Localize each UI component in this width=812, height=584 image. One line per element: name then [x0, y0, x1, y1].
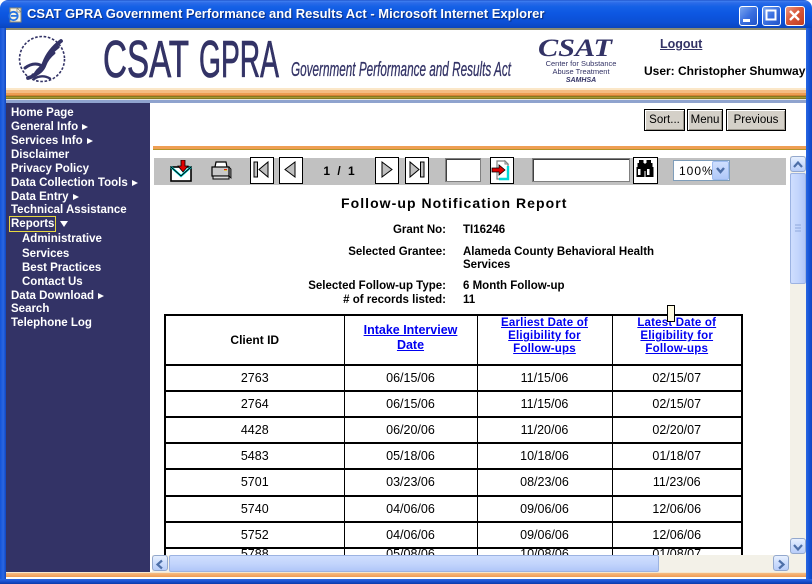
svg-text:CSAT: CSAT: [538, 35, 614, 62]
svg-text:Abuse Treatment: Abuse Treatment: [552, 67, 610, 76]
svg-text:SAMHSA: SAMHSA: [566, 77, 596, 84]
svg-text:GPRA: GPRA: [199, 31, 279, 89]
svg-text:CSAT: CSAT: [103, 31, 189, 89]
svg-text:Government Performance and Res: Government Performance and Results Act: [291, 59, 512, 81]
